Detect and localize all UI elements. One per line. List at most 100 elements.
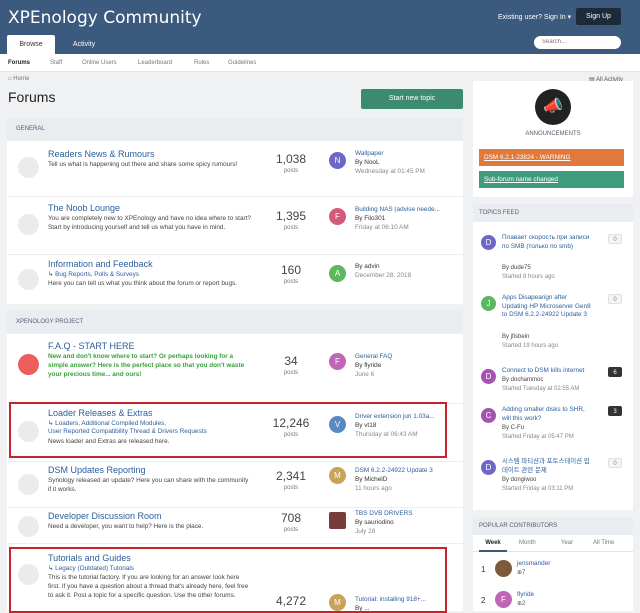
avatar[interactable]: M [329,467,346,484]
list-item[interactable]: C Adding smaller disks to SHR, will this… [473,403,633,453]
contributors-tabs: Week Month Year All Time [473,535,633,552]
last-post-title[interactable]: Building NAS (advise neede... [355,206,445,213]
avatar[interactable]: C [481,408,496,423]
start-new-topic-button[interactable]: Start new topic [361,89,463,109]
avatar[interactable]: A [329,265,346,282]
tab-all-time[interactable]: All Time [593,535,614,552]
topic-title[interactable]: Adding smaller disks to SHR, will this w… [502,406,594,423]
last-post-author[interactable]: By NooL [355,159,380,166]
last-post-title[interactable]: TBS DVB DRIVERS [355,510,445,517]
list-item[interactable]: J Apps Disapearign after Updating HP Mic… [473,290,633,360]
topic-author[interactable]: By dongiwoo [502,477,536,483]
post-count: 34 [284,354,298,368]
last-post-author[interactable]: By advin [355,263,380,270]
avatar[interactable]: F [329,353,346,370]
announcement-item[interactable]: DSM 6.2.1-23824 - WARNING [479,149,624,166]
avatar[interactable]: J [481,296,496,311]
help-icon [18,354,39,375]
avatar[interactable] [329,512,346,529]
sign-in-link[interactable]: Existing user? Sign In ▾ [498,13,571,21]
subnav-forums[interactable]: Forums [8,60,30,66]
contributor-row[interactable]: 1 jensmander ⊕7 [473,557,633,581]
post-count-label: posts [283,370,299,376]
last-post-author[interactable]: By MichelD [355,476,387,483]
forum-icon [18,214,39,235]
forum-icon [18,474,39,495]
topic-author[interactable]: By C-Fu [502,425,524,431]
topic-title[interactable]: 시스템 파티션과 포토스테이션 업데이트 관련 문제 [502,458,594,475]
forum-title[interactable]: DSM Updates Reporting [48,465,146,475]
last-post-date: Wednesday at 01:45 PM [355,168,425,175]
contributor-name[interactable]: jensmander [517,560,550,567]
topic-date: Started Tuesday at 02:55 AM [502,386,580,392]
avatar[interactable]: F [329,208,346,225]
subnav-guidelines[interactable]: Guidelines [228,60,256,66]
subnav-leaderboard[interactable]: Leaderboard [138,60,172,66]
post-count: 160 [280,263,302,277]
last-post-title[interactable]: General FAQ [355,353,445,360]
last-post-title[interactable]: Wallpaper [355,150,445,157]
post-count-label: posts [283,168,299,174]
page-title: Forums [8,89,56,105]
avatar[interactable] [495,560,512,577]
topic-date: Started Friday at 03:11 PM [502,486,574,492]
subnav-staff[interactable]: Staff [50,60,62,66]
reply-count: 0 [608,234,622,244]
tab-browse[interactable]: Browse [7,35,55,54]
topic-title[interactable]: Connect to DSM kills internet [502,367,594,376]
avatar[interactable]: N [329,152,346,169]
topic-title[interactable]: Apps Disapearign after Updating HP Micro… [502,294,594,320]
contributor-score: ⊕2 [517,601,526,607]
post-count: 1,395 [275,209,307,223]
topics-feed-widget: TOPICS FEED D Плавает скорость при запис… [473,204,633,510]
breadcrumb[interactable]: ⌂ Home [8,76,29,82]
avatar[interactable]: F [495,591,512,608]
forum-title[interactable]: The Noob Lounge [48,203,120,213]
forum-description: Here you can tell us what you think abou… [48,280,237,287]
last-post-author[interactable]: By flyride [355,362,381,369]
tab-week[interactable]: Week [479,535,507,552]
topics-feed-title: TOPICS FEED [473,204,633,222]
last-post-date: Friday at 06:10 AM [355,224,409,231]
tab-activity[interactable]: Activity [60,35,108,54]
avatar[interactable]: D [481,235,496,250]
forum-title[interactable]: Readers News & Rumours [48,149,155,159]
sign-up-button[interactable]: Sign Up [576,8,621,25]
avatar[interactable]: D [481,460,496,475]
forum-description: You are completely new to XPEnology and … [48,215,251,231]
last-post-author[interactable]: By Filo301 [355,215,385,222]
forum-title[interactable]: Developer Discussion Room [48,511,162,521]
tab-year[interactable]: Year [561,535,573,552]
site-header: XPEnology Community Existing user? Sign … [0,0,640,54]
reply-count: 3 [608,406,622,416]
forum-description: New and don't know where to start? Or pe… [48,353,245,378]
contributor-rank: 2 [481,596,486,605]
list-item[interactable]: D Плавает скорость при записи по SMB (то… [473,229,633,284]
list-item[interactable]: D 시스템 파티션과 포토스테이션 업데이트 관련 문제 By dongiwoo… [473,455,633,507]
last-post-date: December 28, 2018 [355,272,412,279]
subnav-rules[interactable]: Rules [194,60,209,66]
topic-author[interactable]: By dude75 [502,265,531,271]
announcement-item[interactable]: Sub-forum name changed [479,171,624,188]
subforum-links[interactable]: ↳ Bug Reports, Polls & Surveys [48,270,139,278]
highlight-box [9,402,447,458]
forum-row: Readers News & Rumours Tell us what is h… [7,140,463,196]
list-item[interactable]: D Connect to DSM kills internet By docha… [473,364,633,400]
topic-title[interactable]: Плавает скорость при записи по SMB (толь… [502,234,594,251]
contributor-name[interactable]: flyride [517,591,534,598]
search-input[interactable] [534,36,621,49]
last-post-title[interactable]: DSM 6.2.2-24922 Update 3 [355,467,445,474]
forum-title[interactable]: Information and Feedback [48,259,153,269]
site-logo[interactable]: XPEnology Community [8,8,202,28]
avatar[interactable]: D [481,369,496,384]
contributor-row[interactable]: 2 F flyride ⊕2 [473,588,633,612]
subnav-online-users[interactable]: Online Users [82,60,117,66]
tab-month[interactable]: Month [519,535,536,552]
forum-title[interactable]: F.A.Q - START HERE [48,341,135,351]
last-post-date: July 28 [355,528,376,535]
post-count-label: posts [283,485,299,491]
topic-author[interactable]: By dochammoc [502,377,543,383]
last-post-author[interactable]: By sauriodino [355,519,394,526]
forum-description: Need a developer, you want to help? Here… [48,523,204,530]
topic-author[interactable]: By jfisbein [502,334,529,340]
